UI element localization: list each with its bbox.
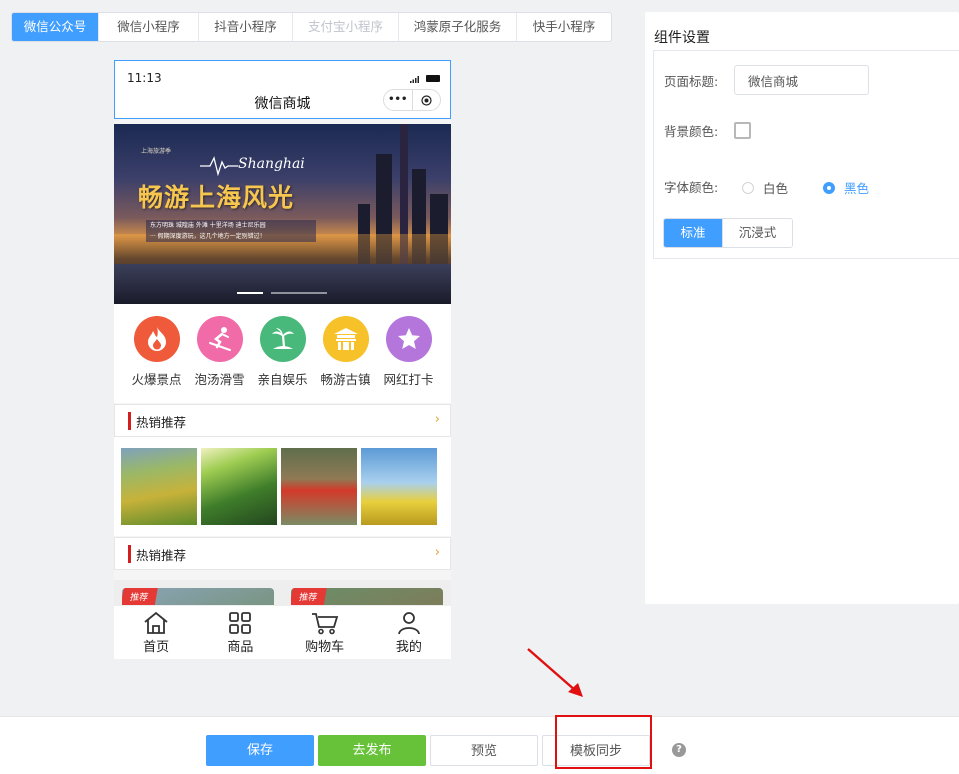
carousel-indicators: [237, 292, 327, 294]
chevron-right-icon[interactable]: ›: [435, 545, 440, 560]
footer-action-bar: 保存 去发布 预览 模板同步 ?: [0, 716, 959, 774]
radio-label: 白色: [763, 181, 789, 196]
banner-english-title: Shanghai: [238, 156, 305, 172]
annotation-arrow-icon: [527, 648, 583, 697]
style-standard-button[interactable]: 标准: [664, 219, 722, 247]
tab-kuaishou-miniprogram[interactable]: 快手小程序: [517, 13, 611, 41]
help-icon[interactable]: ?: [672, 743, 686, 757]
signal-icon: [410, 76, 419, 83]
tab-douyin-miniprogram[interactable]: 抖音小程序: [199, 13, 293, 41]
product-thumbnails: [114, 437, 451, 536]
cart-icon: [311, 613, 338, 635]
font-color-black-radio[interactable]: 黑色: [823, 178, 869, 197]
component-settings-panel: 组件设置 页面标题: 背景颜色: 字体颜色: 白色 黑色 标准 沉浸式: [645, 12, 959, 604]
nav-label: 亲自娱乐: [257, 372, 308, 387]
platform-tabs: 微信公众号 微信小程序 抖音小程序 支付宝小程序 鸿蒙原子化服务 快手小程序: [11, 12, 612, 42]
category-nav: 火爆景点 泡汤滑雪 亲自娱乐 畅游古镇 网红打卡: [114, 304, 451, 403]
section-title: 热销推荐: [136, 548, 187, 563]
palm-tree-icon: [259, 316, 306, 362]
radio-circle: [823, 181, 835, 194]
bottom-tab-profile[interactable]: 我的: [367, 606, 451, 659]
nav-label: 网红打卡: [383, 372, 434, 387]
section-accent-bar: [128, 412, 131, 430]
banner-description: 东方明珠 城隍庙 外滩 十里洋场 迪士尼乐园 ··· 假期深度游玩，这几个地方一…: [146, 220, 316, 242]
bottom-tab-label: 商品: [227, 640, 254, 655]
home-icon: [144, 611, 168, 634]
more-icon[interactable]: •••: [384, 90, 412, 110]
nav-item-hot-spots[interactable]: 火爆景点: [125, 304, 188, 403]
section-header-hot[interactable]: 热销推荐 ›: [114, 404, 451, 437]
header-style-toggle: 标准 沉浸式: [663, 218, 793, 248]
bottom-tab-label: 我的: [395, 640, 422, 655]
radio-label: 黑色: [844, 181, 870, 196]
bottom-tab-products[interactable]: 商品: [198, 606, 282, 659]
tab-wechat-miniprogram[interactable]: 微信小程序: [99, 13, 199, 41]
nav-label: 畅游古镇: [320, 372, 371, 387]
battery-icon: [426, 75, 440, 82]
save-button[interactable]: 保存: [206, 735, 314, 766]
nav-item-family-fun[interactable]: 亲自娱乐: [251, 304, 314, 403]
publish-button[interactable]: 去发布: [318, 735, 426, 766]
skier-icon: [196, 316, 243, 362]
font-color-label: 字体颜色:: [664, 180, 719, 195]
banner-carousel[interactable]: 上海旅游季 Shanghai 畅游上海风光 东方明珠 城隍庙 外滩 十里洋场 迪…: [114, 124, 451, 304]
thumbnail-image[interactable]: [201, 448, 277, 525]
thumbnail-image[interactable]: [361, 448, 437, 525]
bottom-tab-bar: 首页 商品 购物车 我的: [114, 605, 451, 659]
grid-icon: [229, 612, 252, 634]
nav-item-checkin[interactable]: 网红打卡: [377, 304, 440, 403]
mini-program-capsule[interactable]: •••: [383, 89, 441, 111]
preview-button[interactable]: 预览: [430, 735, 538, 766]
phone-header[interactable]: 11:13 微信商城 •••: [114, 60, 451, 119]
river-shape: [114, 264, 451, 304]
page-title-input[interactable]: [734, 65, 869, 95]
nav-label: 火爆景点: [131, 372, 182, 387]
bg-color-picker[interactable]: [734, 122, 751, 139]
carousel-dot[interactable]: [237, 292, 263, 294]
status-time: 11:13: [127, 71, 162, 85]
settings-form: 页面标题: 背景颜色: 字体颜色: 白色 黑色 标准 沉浸式: [653, 50, 959, 259]
panel-title: 组件设置: [654, 30, 710, 46]
tab-alipay-miniprogram[interactable]: 支付宝小程序: [293, 13, 399, 41]
annotation-highlight-box: [555, 715, 652, 769]
bottom-tab-label: 购物车: [305, 640, 345, 655]
radio-circle: [742, 181, 754, 194]
style-immersive-button[interactable]: 沉浸式: [722, 219, 792, 247]
tab-wechat-official[interactable]: 微信公众号: [12, 13, 99, 41]
section-accent-bar: [128, 545, 131, 563]
carousel-dot[interactable]: [271, 292, 327, 294]
thumbnail-image[interactable]: [121, 448, 197, 525]
flame-icon: [133, 316, 180, 362]
section-title: 热销推荐: [136, 415, 187, 430]
nav-item-ancient-town[interactable]: 畅游古镇: [314, 304, 377, 403]
user-icon: [397, 612, 420, 635]
section-header-hot-2[interactable]: 热销推荐 ›: [114, 537, 451, 570]
banner-desc-line: 东方明珠 城隍庙 外滩 十里洋场 迪士尼乐园: [150, 222, 266, 229]
page-title-label: 页面标题:: [664, 74, 719, 89]
nav-item-hot-spring-ski[interactable]: 泡汤滑雪: [188, 304, 251, 403]
thumbnail-image[interactable]: [281, 448, 357, 525]
temple-icon: [322, 316, 369, 362]
nav-label: 泡汤滑雪: [194, 372, 245, 387]
banner-main-title: 畅游上海风光: [138, 183, 295, 212]
heartbeat-icon: [200, 156, 238, 176]
star-icon: [385, 316, 432, 362]
font-color-white-radio[interactable]: 白色: [742, 178, 788, 197]
banner-desc-line: ··· 假期深度游玩，这几个地方一定别错过！: [150, 233, 266, 240]
chevron-right-icon[interactable]: ›: [435, 412, 440, 427]
phone-preview: 11:13 微信商城 ••• 上海旅游季 Shanghai 畅游上海风光 东方明…: [114, 60, 451, 659]
bottom-tab-cart[interactable]: 购物车: [283, 606, 367, 659]
banner-small-text: 上海旅游季: [141, 148, 172, 155]
bottom-tab-home[interactable]: 首页: [114, 606, 198, 659]
close-target-icon[interactable]: [413, 90, 441, 110]
bg-color-label: 背景颜色:: [664, 124, 719, 139]
tab-harmony-service[interactable]: 鸿蒙原子化服务: [399, 13, 517, 41]
bottom-tab-label: 首页: [143, 640, 170, 655]
